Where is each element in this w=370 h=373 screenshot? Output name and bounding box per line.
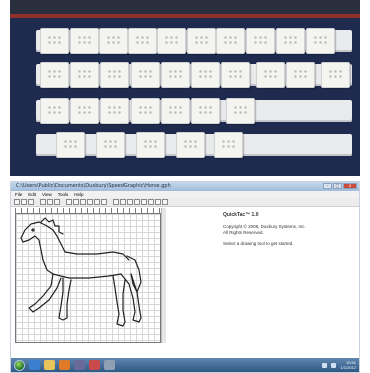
photo-red-strip [10,14,360,18]
about-panel: QuickTac™ 1.0 Copyright © 2008, Duxbury … [223,212,353,247]
menu-view[interactable]: View [42,191,52,198]
braille-tile [246,28,275,54]
braille-strip-4 [36,132,352,158]
braille-tile [306,28,335,54]
braille-tile [256,62,285,88]
vertical-scrollbar[interactable] [161,208,166,343]
volume-icon[interactable] [331,362,337,368]
braille-tile [100,62,129,88]
braille-tile [176,132,205,158]
braille-tile [99,28,128,54]
window-title-bar: C:\Users\Public\Documents\Duxbury\SpeedG… [11,182,359,191]
app-screenshot: C:\Users\Public\Documents\Duxbury\SpeedG… [10,181,360,373]
braille-tile [321,62,350,88]
braille-tile [70,62,99,88]
clock-date: 1/1/2012 [340,365,356,370]
window-title: C:\Users\Public\Documents\Duxbury\SpeedG… [16,183,171,189]
zoom-out-icon[interactable] [120,199,126,205]
app-icon[interactable] [104,360,115,370]
minimize-button[interactable]: – [323,183,332,189]
menu-edit[interactable]: Edit [28,191,36,198]
menu-bar: File Edit View Tools Help [11,191,359,198]
cut-icon[interactable] [40,199,46,205]
app-icon[interactable] [89,360,100,370]
braille-tile [131,62,160,88]
braille-strip-2 [36,62,352,88]
fill-icon[interactable] [94,199,100,205]
braille-tile [161,62,190,88]
braille-strip-3 [36,98,352,124]
network-icon[interactable] [322,362,328,368]
copy-icon[interactable] [47,199,53,205]
braille-tile [40,28,69,54]
horse-drawing [20,217,142,327]
braille-strip-1 [36,28,352,54]
eraser-icon[interactable] [101,199,107,205]
new-icon[interactable] [14,199,20,205]
window-controls: – □ x [323,183,357,190]
braille-tile [191,62,220,88]
braille-tile [136,132,165,158]
braille-tile [100,98,129,124]
print-icon[interactable] [148,199,154,205]
folder-icon[interactable] [44,360,55,370]
braille-tile [157,28,186,54]
maximize-button[interactable]: □ [333,183,342,189]
line-icon[interactable] [73,199,79,205]
braille-tile [70,28,99,54]
save-icon[interactable] [28,199,34,205]
braille-tile [40,62,69,88]
braille-tile [161,98,190,124]
app-icon[interactable] [74,360,85,370]
braille-tile [276,28,305,54]
photo-top-band [10,0,360,14]
clock[interactable]: 10:51 1/1/2012 [340,360,356,370]
paste-icon[interactable] [54,199,60,205]
system-tray: 10:51 1/1/2012 [322,358,356,372]
braille-tile [128,28,157,54]
help-icon[interactable] [162,199,168,205]
braille-tile [226,98,255,124]
braille-tile [216,28,245,54]
zoom-in-icon[interactable] [113,199,119,205]
menu-file[interactable]: File [15,191,22,198]
braille-tile [131,98,160,124]
close-button[interactable]: x [343,183,357,189]
braille-tile [40,98,69,124]
media-player-icon[interactable] [59,360,70,370]
braille-tile [214,132,243,158]
braille-tile [96,132,125,158]
braille-tile [221,62,250,88]
ellipse-icon[interactable] [87,199,93,205]
pencil-icon[interactable] [66,199,72,205]
rectangle-icon[interactable] [80,199,86,205]
internet-explorer-icon[interactable] [29,360,40,370]
toolbar [11,198,359,207]
braille-tile [187,28,216,54]
braille-tile [191,98,220,124]
settings-icon[interactable] [155,199,161,205]
grid-icon[interactable] [127,199,133,205]
braille-tile [56,132,85,158]
braille-tile [70,98,99,124]
emboss-icon[interactable] [141,199,147,205]
taskbar: 10:51 1/1/2012 [11,358,359,372]
menu-tools[interactable]: Tools [58,191,69,198]
menu-help[interactable]: Help [74,191,83,198]
app-name: QuickTac™ 1.0 [223,212,259,218]
open-icon[interactable] [21,199,27,205]
braille-icon[interactable] [134,199,140,205]
hint-text: Select a drawing tool to get started. [223,241,294,246]
start-button[interactable] [14,359,25,371]
braille-tile [286,62,315,88]
braille-board-photo [10,0,360,176]
